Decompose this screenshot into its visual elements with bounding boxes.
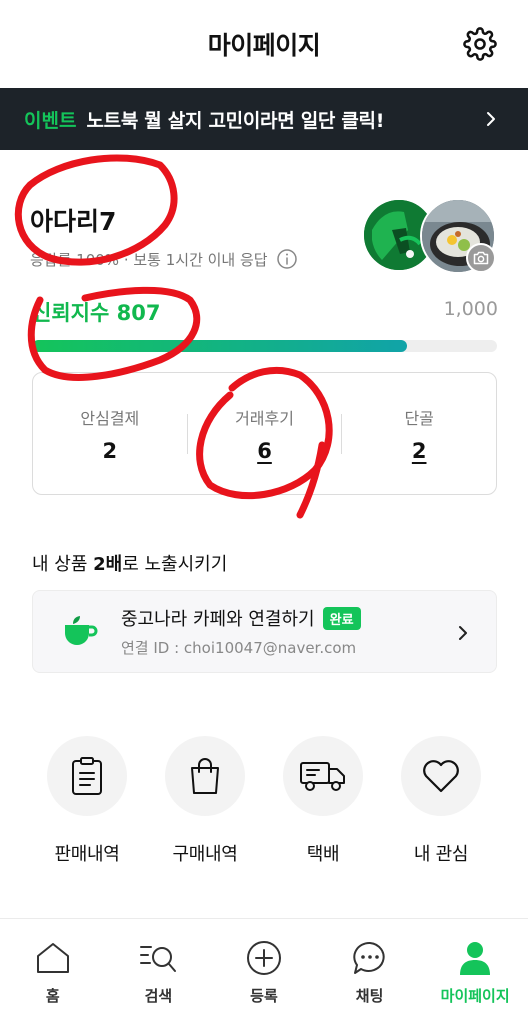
quick-label: 내 관심: [413, 844, 469, 865]
cafe-title-row: 중고나라 카페와 연결하기 완료: [121, 605, 361, 631]
settings-button[interactable]: [462, 26, 498, 62]
stat-value: 2: [102, 438, 118, 463]
quick-item-sales[interactable]: 판매내역: [28, 736, 146, 866]
info-icon[interactable]: [276, 248, 298, 270]
exposure-prefix: 내 상품: [32, 554, 94, 575]
nav-chat[interactable]: 채팅: [317, 919, 423, 1024]
nav-home[interactable]: 홈: [0, 919, 106, 1024]
event-banner[interactable]: 이벤트 노트북 뭘 살지 고민이라면 일단 클릭!: [0, 88, 528, 150]
camera-icon[interactable]: [466, 243, 496, 273]
profile-avatars[interactable]: [362, 198, 502, 278]
quick-label: 구매내역: [172, 844, 238, 865]
cafe-title: 중고나라 카페와 연결하기: [121, 609, 315, 630]
quick-label: 판매내역: [54, 844, 120, 865]
cafe-connect-card[interactable]: 중고나라 카페와 연결하기 완료 연결 ID : choi10047@naver…: [32, 590, 497, 673]
annotation-scribbles: [14, 154, 333, 519]
status-badge: 완료: [322, 606, 361, 630]
chat-icon: [352, 939, 388, 977]
truck-icon: [283, 736, 363, 816]
chevron-right-icon: [487, 112, 495, 126]
quick-item-delivery[interactable]: 택배: [264, 736, 382, 866]
quick-label: 택배: [306, 844, 340, 865]
trust-label-text: 신뢰지수: [32, 301, 110, 325]
exposure-suffix: 로 노출시키기: [122, 554, 228, 575]
person-icon: [458, 939, 492, 977]
reply-info: 응답률 100% · 보통 1시간 이내 응답: [30, 248, 298, 270]
nav-label: 등록: [250, 987, 278, 1005]
exposure-bold: 2배: [93, 554, 123, 575]
event-tag: 이벤트: [24, 109, 77, 132]
stat-value: 6: [257, 438, 272, 463]
chevron-right-icon: [459, 626, 467, 640]
page-title: 마이페이지: [207, 31, 321, 60]
home-icon: [35, 939, 71, 977]
nav-register[interactable]: 등록: [211, 919, 317, 1024]
exposure-title: 내 상품 2배로 노출시키기: [32, 550, 227, 576]
quick-item-purchases[interactable]: 구매내역: [146, 736, 264, 866]
stat-value: 2: [411, 438, 427, 463]
nav-label: 채팅: [355, 987, 384, 1005]
search-icon: [138, 939, 178, 977]
quick-menu: 판매내역 구매내역 택배 내 관심: [28, 736, 500, 866]
stat-label: 단골: [404, 408, 434, 428]
cafe-connection-id: 연결 ID : choi10047@naver.com: [121, 639, 357, 657]
nav-label: 홈: [45, 987, 60, 1005]
stat-reviews[interactable]: 거래후기 6: [188, 405, 342, 463]
nav-label: 검색: [144, 987, 173, 1005]
nav-mypage[interactable]: 마이페이지: [422, 919, 528, 1024]
reply-info-text: 응답률 100% · 보통 1시간 이내 응답: [30, 250, 268, 269]
trust-progress-bar: [32, 340, 497, 352]
nickname: 아다리7: [30, 207, 117, 236]
stat-label: 거래후기: [235, 408, 294, 428]
clipboard-icon: [47, 736, 127, 816]
shopping-bag-icon: [165, 736, 245, 816]
trust-score-label: 신뢰지수 807: [32, 297, 160, 327]
stat-regulars[interactable]: 단골 2: [342, 405, 496, 463]
gear-icon: [463, 27, 497, 61]
plus-circle-icon: [246, 939, 282, 977]
app-header: 마이페이지: [0, 0, 528, 88]
cup-icon: [55, 615, 105, 649]
stat-safe-payment[interactable]: 안심결제 2: [33, 405, 187, 463]
trust-score-value: 807: [116, 301, 161, 325]
nav-search[interactable]: 검색: [106, 919, 212, 1024]
cafe-texts: 중고나라 카페와 연결하기 완료 연결 ID : choi10047@naver…: [121, 605, 361, 658]
quick-item-favorites[interactable]: 내 관심: [382, 736, 500, 866]
bottom-nav: 홈 검색 등록 채팅 마이페이지: [0, 918, 528, 1024]
stat-label: 안심결제: [80, 408, 140, 428]
trust-max-value: 1,000: [443, 298, 498, 320]
event-text: 노트북 뭘 살지 고민이라면 일단 클릭!: [86, 109, 385, 132]
heart-icon: [401, 736, 481, 816]
nav-label: 마이페이지: [440, 987, 510, 1005]
stats-card: 안심결제 2 거래후기 6 단골 2: [32, 372, 497, 495]
trust-progress-fill: [32, 340, 408, 352]
